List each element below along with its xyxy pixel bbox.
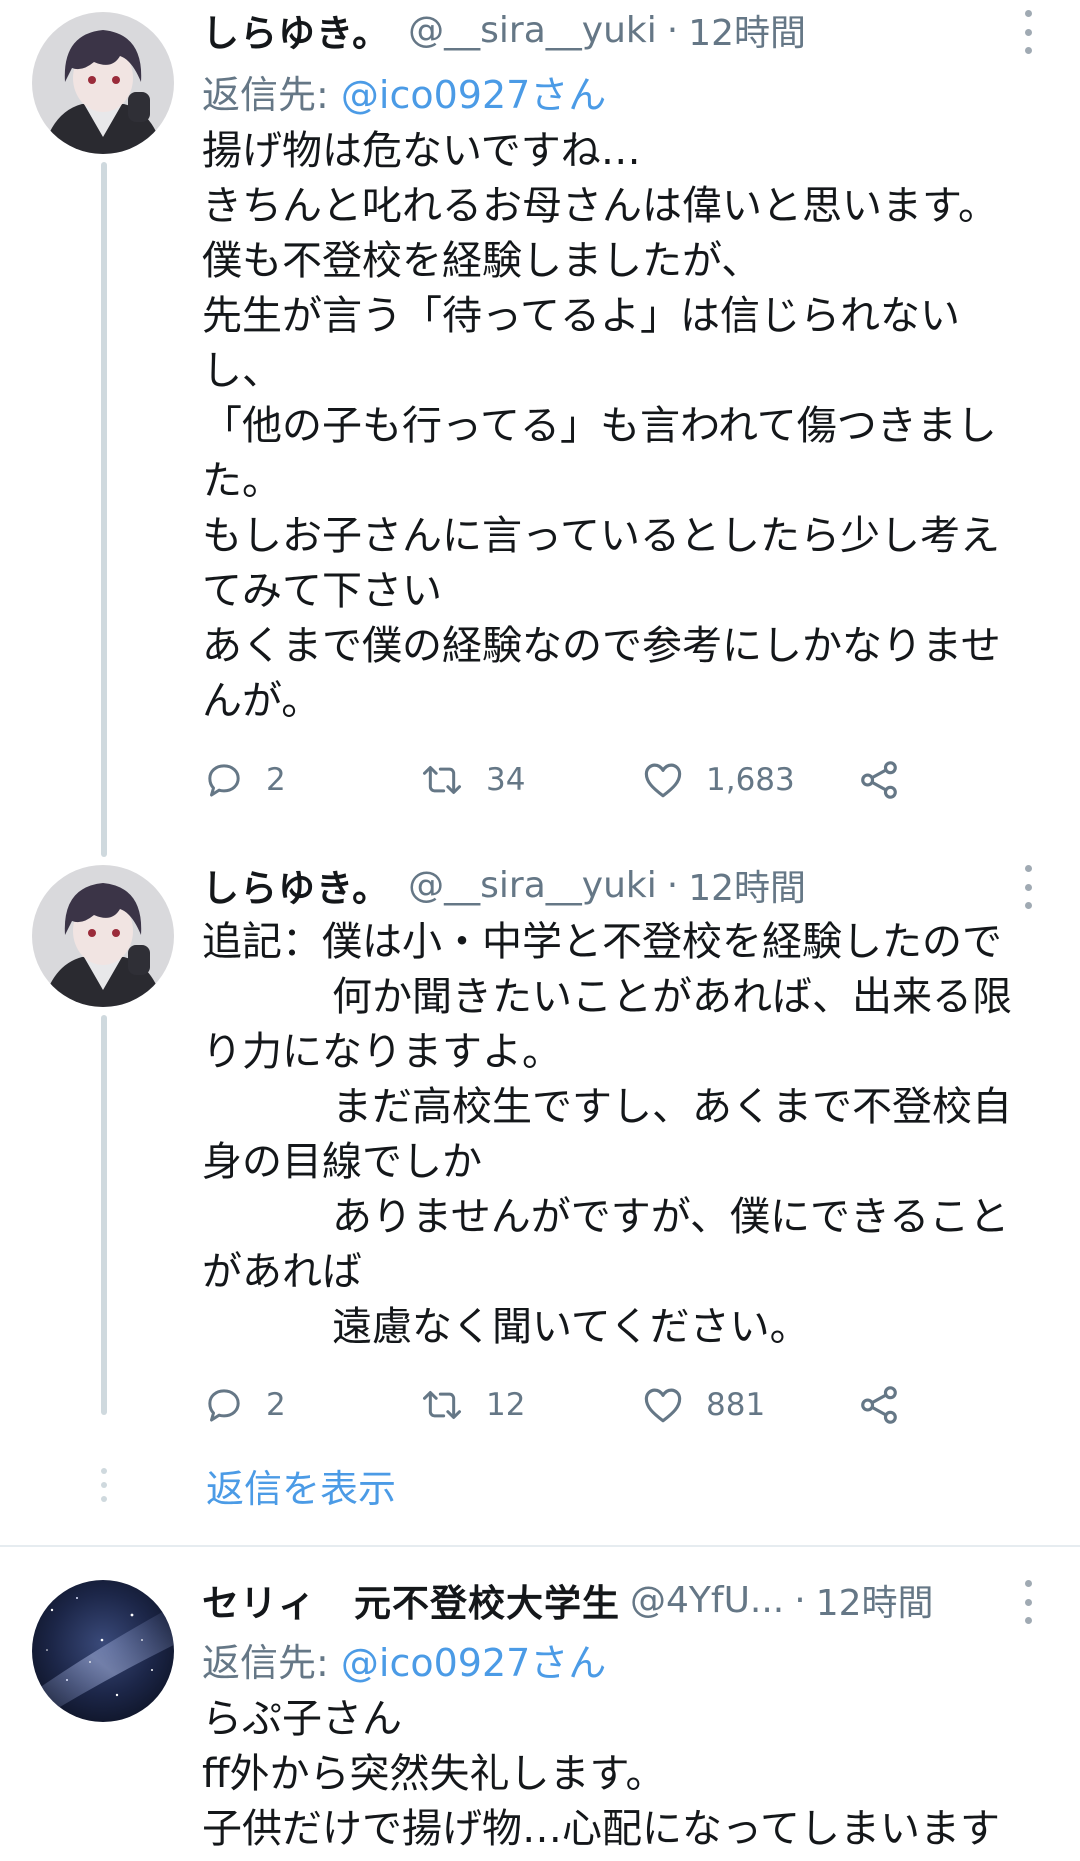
avatar[interactable]: [32, 865, 174, 1007]
timestamp[interactable]: 12時間: [816, 1574, 934, 1626]
reply-to-line: 返信先: @ico0927さん: [202, 1632, 606, 1687]
tweet-text-line: 何か聞きたいことがあれば、出来る限: [332, 974, 1012, 1020]
retweet-count: 34: [486, 762, 526, 798]
tweet-text-line: あくまで僕の経験なので参考にしかなりませ: [202, 623, 1001, 669]
reply-to-line: 返信先: @ico0927さん: [202, 64, 606, 119]
tweet-text: らぷ子さん ff外から突然失礼します。 子供だけで揚げ物…心配になってしまいます: [202, 1692, 1062, 1857]
tweet-text-line: まだ高校生ですし、あくまで不登校自: [332, 1084, 1012, 1130]
tweet[interactable]: セリィ 元不登校大学生 @4YfU... · 12時間 返信先: @ico092…: [0, 1574, 1080, 1861]
author-name[interactable]: セリィ 元不登校大学生: [202, 1573, 620, 1627]
tweet-text-line: てみて下さい: [202, 568, 442, 614]
reply-button[interactable]: 2: [204, 752, 286, 808]
retweet-button[interactable]: 34: [420, 752, 525, 808]
more-vertical-icon[interactable]: [1018, 865, 1038, 909]
reply-to-prefix: 返信先:: [202, 73, 341, 117]
tweet-text-line: んが。: [202, 678, 322, 724]
share-button[interactable]: [858, 752, 900, 808]
tweet-text-line: らぷ子さん: [202, 1696, 402, 1742]
tweet-text-line: 追記：僕は小・中学と不登校を経験したので: [202, 919, 1002, 965]
author-name[interactable]: しらゆき。: [202, 3, 390, 57]
like-count: 881: [706, 1387, 766, 1423]
tweet-text-line: 遠慮なく聞いてください。: [332, 1304, 810, 1350]
reply-to-prefix: 返信先:: [202, 1641, 341, 1685]
separator-dot: ·: [794, 1579, 806, 1621]
avatar[interactable]: [32, 12, 174, 154]
tweet-text-line: もしお子さんに言っているとしたら少し考え: [202, 513, 1000, 559]
like-button[interactable]: 1,683: [642, 752, 795, 808]
author-name[interactable]: しらゆき。: [202, 858, 390, 912]
avatar[interactable]: [32, 1580, 174, 1722]
reply-button[interactable]: 2: [204, 1377, 286, 1433]
reply-icon: [208, 1389, 240, 1422]
tweet-text-line: 先生が言う「待ってるよ」は信じられない: [202, 293, 960, 339]
like-button[interactable]: 881: [642, 1377, 765, 1433]
tweet-actions: 2 34 1,683: [202, 752, 942, 808]
reply-icon: [208, 764, 240, 797]
tweet-header: しらゆき。 @__sira__yuki · 12時間: [202, 2, 806, 58]
share-button[interactable]: [858, 1377, 900, 1433]
separator-dot: ·: [666, 864, 679, 906]
retweet-icon: [423, 1391, 461, 1419]
thread-dotted-line: [100, 1468, 108, 1502]
tweet-text-line: 身の目線でしか: [202, 1139, 482, 1185]
tweet-text-line: 「他の子も行ってる」も言われて傷つきまし: [202, 403, 997, 449]
heart-icon: [644, 763, 682, 798]
tweet-text-line: た。: [202, 458, 282, 504]
tweet-text-line: ありませんがですが、僕にできること: [332, 1194, 1010, 1240]
share-icon: [861, 761, 897, 799]
tweet[interactable]: しらゆき。 @__sira__yuki · 12時間 返信先: @ico0927…: [0, 0, 1080, 857]
timestamp[interactable]: 12時間: [688, 4, 806, 56]
retweet-count: 12: [486, 1387, 526, 1423]
author-handle[interactable]: @__sira__yuki: [408, 10, 657, 51]
show-replies-link[interactable]: 返信を表示: [206, 1458, 396, 1513]
reply-to-mention[interactable]: @ico0927さん: [341, 1641, 606, 1685]
share-icon: [861, 1386, 897, 1424]
tweet-actions: 2 12 881: [202, 1377, 942, 1433]
tweet-header: しらゆき。 @__sira__yuki · 12時間: [202, 857, 806, 913]
retweet-button[interactable]: 12: [420, 1377, 525, 1433]
thread-line: [101, 162, 107, 857]
tweet-text-line: し、: [202, 348, 282, 394]
heart-icon: [644, 1388, 682, 1423]
separator-dot: ·: [666, 9, 679, 51]
reply-count: 2: [266, 1387, 286, 1423]
tweet-text-line: きちんと叱れるお母さんは偉いと思います。: [202, 183, 998, 229]
divider: [0, 1545, 1080, 1547]
tweet-text-line: があれば: [202, 1249, 362, 1295]
tweet-text-line: 揚げ物は危ないですね…: [202, 128, 641, 174]
timestamp[interactable]: 12時間: [688, 859, 806, 911]
tweet[interactable]: しらゆき。 @__sira__yuki · 12時間 追記：僕は小・中学と不登校…: [0, 855, 1080, 1455]
reply-to-mention[interactable]: @ico0927さん: [341, 73, 606, 117]
author-handle[interactable]: @4YfU...: [630, 1580, 784, 1621]
more-vertical-icon[interactable]: [1018, 10, 1038, 54]
tweet-text-line: 子供だけで揚げ物…心配になってしまいます: [202, 1806, 1000, 1852]
more-vertical-icon[interactable]: [1018, 1580, 1038, 1624]
tweet-text-line: り力になりますよ。: [202, 1029, 562, 1075]
thread-line: [101, 1015, 107, 1415]
tweet-header: セリィ 元不登校大学生 @4YfU... · 12時間: [202, 1572, 934, 1628]
retweet-icon: [423, 766, 461, 794]
tweet-text: 揚げ物は危ないですね… きちんと叱れるお母さんは偉いと思います。 僕も不登校を経…: [202, 124, 1062, 729]
like-count: 1,683: [706, 762, 795, 798]
tweet-text-line: ff外から突然失礼します。: [202, 1751, 666, 1797]
tweet-text: 追記：僕は小・中学と不登校を経験したので 何か聞きたいことがあれば、出来る限 り…: [202, 915, 1062, 1355]
tweet-text-line: 僕も不登校を経験しましたが、: [202, 238, 762, 284]
author-handle[interactable]: @__sira__yuki: [408, 865, 657, 906]
reply-count: 2: [266, 762, 286, 798]
